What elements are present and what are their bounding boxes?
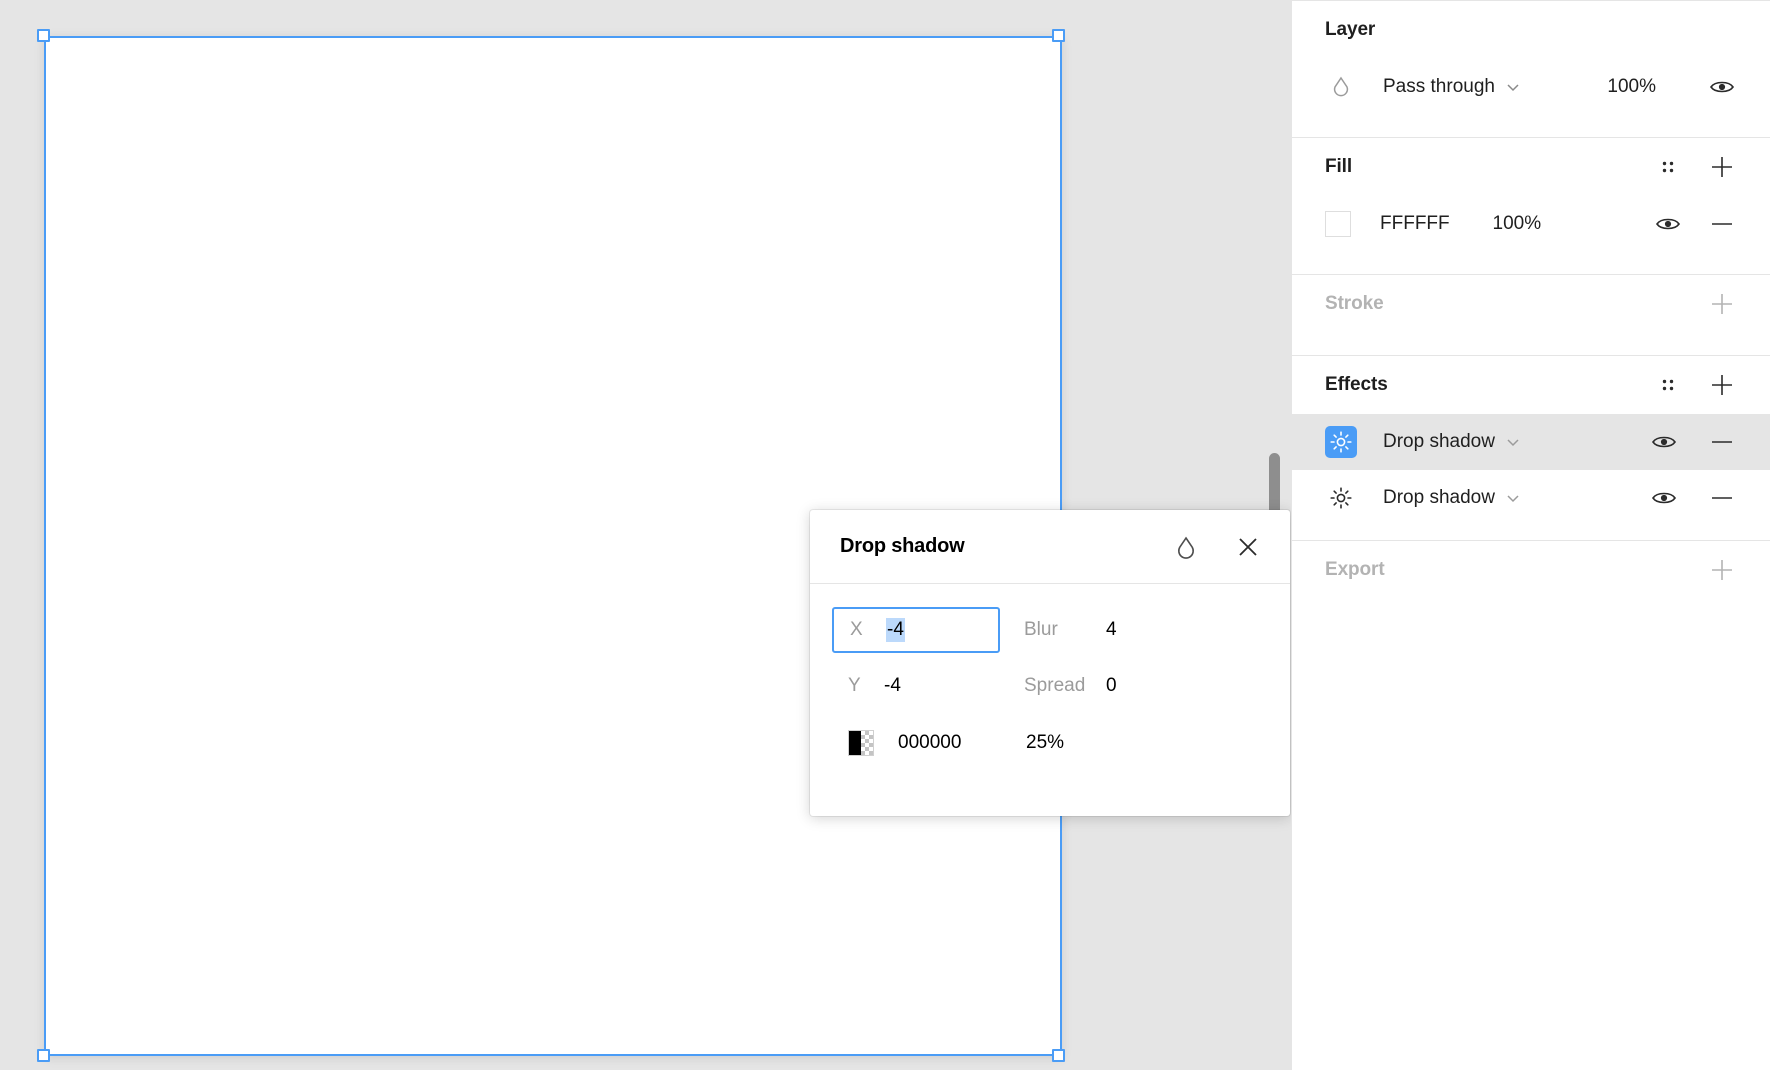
blend-mode-icon bbox=[1325, 71, 1357, 103]
export-section: Export bbox=[1292, 541, 1770, 599]
plus-icon[interactable] bbox=[1708, 371, 1736, 399]
selection-handle-bottom-left[interactable] bbox=[37, 1049, 50, 1062]
minus-icon[interactable] bbox=[1708, 210, 1736, 238]
fill-section-header: Fill bbox=[1292, 138, 1770, 196]
styles-icon[interactable] bbox=[1654, 153, 1682, 181]
selection-handle-top-right[interactable] bbox=[1052, 29, 1065, 42]
drop-shadow-popover: Drop shadow X -4 Blur 4 Y -4 Spread 0 00… bbox=[810, 510, 1290, 816]
styles-icon[interactable] bbox=[1654, 371, 1682, 399]
stroke-section-header: Stroke bbox=[1292, 275, 1770, 333]
properties-panel: Layer Pass through 100% Fill FFFFFF 100%… bbox=[1291, 0, 1770, 1070]
shadow-offset-row-2: Y -4 Spread 0 bbox=[810, 658, 1290, 714]
effect-row-drop-shadow-2[interactable]: Drop shadow bbox=[1292, 470, 1770, 526]
shadow-spread-label: Spread bbox=[1024, 675, 1086, 696]
eye-icon[interactable] bbox=[1650, 484, 1678, 512]
shadow-y-input[interactable]: Y -4 bbox=[832, 663, 1000, 709]
layer-opacity-value[interactable]: 100% bbox=[1607, 76, 1656, 98]
eye-icon[interactable] bbox=[1650, 428, 1678, 456]
export-section-header: Export bbox=[1292, 541, 1770, 599]
effects-section-actions bbox=[1654, 371, 1736, 399]
selection-handle-bottom-right[interactable] bbox=[1052, 1049, 1065, 1062]
effect-label[interactable]: Drop shadow bbox=[1383, 487, 1495, 509]
droplet-icon[interactable] bbox=[1172, 533, 1200, 561]
shadow-color-row: 000000 25% bbox=[810, 714, 1290, 772]
effect-row-actions bbox=[1650, 428, 1736, 456]
plus-icon[interactable] bbox=[1708, 153, 1736, 181]
shadow-blur-label: Blur bbox=[1024, 619, 1058, 640]
stroke-section: Stroke bbox=[1292, 275, 1770, 356]
effect-row-drop-shadow-1[interactable]: Drop shadow bbox=[1292, 414, 1770, 470]
fill-section-title: Fill bbox=[1325, 156, 1353, 177]
eye-icon[interactable] bbox=[1654, 210, 1682, 238]
chevron-down-icon[interactable] bbox=[1505, 79, 1521, 95]
shadow-color-swatch[interactable] bbox=[848, 730, 874, 756]
chevron-down-icon[interactable] bbox=[1505, 490, 1521, 506]
fill-row-actions bbox=[1654, 210, 1736, 238]
shadow-offset-row-1: X -4 Blur 4 bbox=[810, 602, 1290, 658]
app-root: Drop shadow X -4 Blur 4 Y -4 Spread 0 00… bbox=[0, 0, 1770, 1070]
layer-section: Layer Pass through 100% bbox=[1292, 1, 1770, 138]
shadow-x-value: -4 bbox=[886, 618, 905, 642]
stroke-section-actions bbox=[1708, 290, 1736, 318]
drop-shadow-icon[interactable] bbox=[1325, 482, 1357, 514]
layer-blend-row[interactable]: Pass through 100% bbox=[1292, 59, 1770, 115]
shadow-x-input[interactable]: X -4 bbox=[832, 607, 1000, 653]
stroke-section-title: Stroke bbox=[1325, 293, 1384, 314]
effects-section-title: Effects bbox=[1325, 374, 1388, 395]
plus-icon[interactable] bbox=[1708, 290, 1736, 318]
shadow-color-opacity[interactable]: 25% bbox=[1026, 732, 1064, 754]
fill-section: Fill FFFFFF 100% bbox=[1292, 138, 1770, 275]
close-icon[interactable] bbox=[1234, 533, 1262, 561]
plus-icon[interactable] bbox=[1708, 556, 1736, 584]
shadow-blur-value: 4 bbox=[1106, 619, 1117, 640]
minus-icon[interactable] bbox=[1708, 428, 1736, 456]
selection-handle-top-left[interactable] bbox=[37, 29, 50, 42]
popover-header: Drop shadow bbox=[810, 510, 1290, 584]
shadow-color-hex[interactable]: 000000 bbox=[898, 732, 1026, 754]
fill-opacity-value[interactable]: 100% bbox=[1493, 213, 1542, 235]
drop-shadow-icon[interactable] bbox=[1325, 426, 1357, 458]
effect-row-actions bbox=[1650, 484, 1736, 512]
layer-section-header: Layer bbox=[1292, 1, 1770, 59]
shadow-spread-value: 0 bbox=[1106, 675, 1117, 696]
shadow-blur-input[interactable]: Blur 4 bbox=[1000, 607, 1200, 653]
export-section-title: Export bbox=[1325, 559, 1385, 580]
export-section-actions bbox=[1708, 556, 1736, 584]
shadow-y-value: -4 bbox=[884, 675, 901, 696]
fill-section-actions bbox=[1654, 153, 1736, 181]
minus-icon[interactable] bbox=[1708, 484, 1736, 512]
effect-label[interactable]: Drop shadow bbox=[1383, 431, 1495, 453]
fill-hex-value[interactable]: FFFFFF bbox=[1380, 213, 1450, 235]
shadow-spread-input[interactable]: Spread 0 bbox=[1000, 663, 1200, 709]
popover-title: Drop shadow bbox=[840, 535, 965, 557]
fill-item-row[interactable]: FFFFFF 100% bbox=[1292, 196, 1770, 252]
popover-body: X -4 Blur 4 Y -4 Spread 0 000000 25% bbox=[810, 584, 1290, 772]
popover-header-actions bbox=[1172, 533, 1262, 561]
shadow-x-label: X bbox=[850, 619, 863, 640]
effects-section: Effects Drop shadow Drop shadow bbox=[1292, 356, 1770, 541]
chevron-down-icon[interactable] bbox=[1505, 434, 1521, 450]
fill-color-swatch[interactable] bbox=[1325, 211, 1351, 237]
layer-section-title: Layer bbox=[1325, 19, 1376, 40]
layer-blend-mode-value[interactable]: Pass through bbox=[1383, 76, 1495, 98]
shadow-y-label: Y bbox=[848, 675, 861, 696]
effects-section-header: Effects bbox=[1292, 356, 1770, 414]
eye-icon[interactable] bbox=[1708, 73, 1736, 101]
